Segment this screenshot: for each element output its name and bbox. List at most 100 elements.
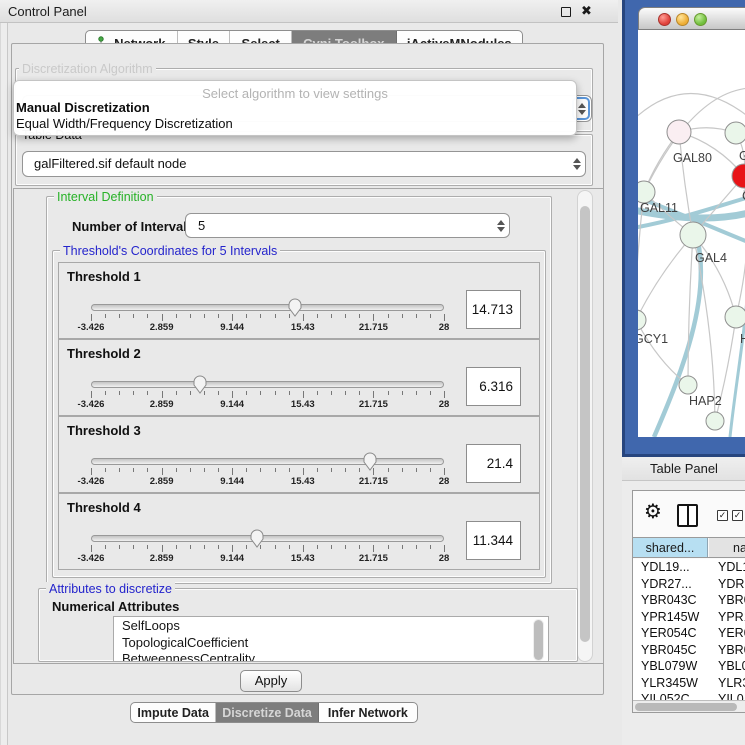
tab-impute-data[interactable]: Impute Data (131, 703, 216, 722)
threshold-2-slider-track[interactable] (91, 381, 444, 388)
table-row[interactable]: YLR345W YLR3 (633, 675, 745, 692)
tick-mark (190, 545, 191, 549)
threshold-1-slider-track[interactable] (91, 304, 444, 311)
node-hap2[interactable] (679, 376, 697, 394)
list-item[interactable]: TopologicalCoefficient (114, 635, 548, 651)
node-partial-top-right[interactable] (725, 122, 745, 144)
node-selected-red[interactable] (732, 164, 745, 188)
tab-discretize-data[interactable]: Discretize Data (216, 703, 318, 722)
network-canvas[interactable]: GAL80 GA C GAL11 GAL4 GCY1 H HAP2 (638, 30, 745, 437)
number-of-intervals-combobox[interactable]: 5 (185, 213, 510, 238)
tick-label: 21.715 (359, 399, 388, 410)
table-row[interactable]: YBL079W YBL0 (633, 658, 745, 675)
cell[interactable]: YIL052C (641, 692, 690, 700)
column-header-name[interactable]: na (709, 538, 745, 557)
cell[interactable]: YER054C (641, 626, 697, 640)
cell[interactable]: YBL0 (718, 659, 745, 673)
node-h-partial[interactable] (725, 306, 745, 328)
cell[interactable]: YDR2 (718, 577, 745, 591)
numerical-attributes-list[interactable]: SelfLoops TopologicalCoefficient Between… (113, 616, 549, 662)
dropdown-option-manual-discretization[interactable]: Manual Discretization (14, 100, 576, 116)
close-icon[interactable]: ✖ (581, 3, 592, 19)
node-gal11[interactable] (638, 181, 655, 203)
threshold-4-value-field[interactable]: 11.344 (466, 521, 521, 560)
cell[interactable]: YDL19... (641, 560, 690, 574)
table-row[interactable]: YIL052C YIL0 (633, 691, 745, 700)
control-panel-title: Control Panel (8, 4, 87, 19)
table-horizontal-scrollbar[interactable] (633, 700, 745, 712)
zoom-traffic-light-icon[interactable] (694, 13, 707, 26)
threshold-4-slider-track[interactable] (91, 535, 444, 542)
threshold-1-slider-thumb[interactable] (287, 297, 303, 318)
discretization-algorithm-group-title: Discretization Algorithm (19, 62, 156, 76)
control-panel-titlebar (0, 0, 618, 23)
node-partial-bottom[interactable] (706, 412, 724, 430)
network-window-titlebar[interactable] (638, 7, 745, 30)
tick-mark (359, 545, 360, 549)
tick-mark (444, 314, 445, 321)
table-row[interactable]: YDR27... YDR2 (633, 576, 745, 593)
node-gcy1[interactable] (638, 310, 646, 330)
cell[interactable]: YBR045C (641, 643, 697, 657)
tick-mark (147, 545, 148, 549)
tick-mark (331, 545, 332, 549)
table-row[interactable]: YBR045C YBR0 (633, 642, 745, 659)
tab-infer-network[interactable]: Infer Network (319, 703, 417, 722)
table-row[interactable]: YPR145W YPR1 (633, 609, 745, 626)
gear-icon[interactable]: ⚙ (644, 499, 662, 524)
table-data-combobox[interactable]: galFiltered.sif default node (22, 151, 586, 177)
threshold-4-label: Threshold 4 (67, 500, 141, 515)
column-layout-icon[interactable] (677, 504, 698, 527)
checkbox-icon[interactable]: ✓ (717, 510, 728, 521)
node-gal4[interactable] (680, 222, 706, 248)
threshold-3-value-field[interactable]: 21.4 (466, 444, 521, 483)
cell[interactable]: YLR345W (641, 676, 698, 690)
cell[interactable]: YDR27... (641, 577, 692, 591)
threshold-4-slider-thumb[interactable] (249, 528, 265, 549)
tick-mark (105, 314, 106, 318)
panel-splitter[interactable] (0, 23, 8, 745)
threshold-1-value-field[interactable]: 14.713 (466, 290, 521, 329)
algorithm-dropdown-popup: Select algorithm to view settings Manual… (13, 80, 577, 136)
tick-mark (218, 391, 219, 395)
cell[interactable]: YBR043C (641, 593, 697, 607)
tick-mark (91, 314, 92, 321)
tick-label: 9.144 (220, 399, 244, 410)
dropdown-option-equal-width-frequency[interactable]: Equal Width/Frequency Discretization (14, 116, 576, 132)
threshold-3-slider-thumb[interactable] (362, 451, 378, 472)
attributes-list-scrollbar[interactable] (533, 619, 544, 661)
scrollbar-thumb[interactable] (580, 206, 590, 642)
table-row[interactable]: YBR043C YBR0 (633, 592, 745, 609)
settings-vertical-scrollbar[interactable] (577, 190, 593, 662)
cell[interactable]: YER0 (718, 626, 745, 640)
cell[interactable]: YIL0 (718, 692, 744, 700)
cell[interactable]: YDL1 (718, 560, 745, 574)
cell[interactable]: YBL079W (641, 659, 697, 673)
list-item[interactable]: SelfLoops (114, 618, 548, 634)
table-panel-body: ⚙ ✓ ✓ shared... na YDL19... YDL1 YDR27...… (622, 481, 745, 745)
minimize-traffic-light-icon[interactable] (676, 13, 689, 26)
cell[interactable]: YPR145W (641, 610, 699, 624)
scrollbar-thumb[interactable] (534, 620, 543, 660)
table-row[interactable]: YER054C YER0 (633, 625, 745, 642)
column-header-shared-name[interactable]: shared... (633, 538, 708, 557)
stepper-arrows-icon (573, 158, 581, 170)
cell[interactable]: YBR0 (718, 593, 745, 607)
tick-mark (317, 545, 318, 549)
node-gal80[interactable] (667, 120, 691, 144)
checkbox-icon[interactable]: ✓ (732, 510, 743, 521)
threshold-3-slider-track[interactable] (91, 458, 444, 465)
float-window-icon[interactable] (561, 7, 571, 17)
tick-mark (190, 468, 191, 472)
cell[interactable]: YLR3 (718, 676, 745, 690)
tick-mark (246, 391, 247, 395)
table-row[interactable]: YDL19... YDL1 (633, 559, 745, 576)
close-traffic-light-icon[interactable] (658, 13, 671, 26)
list-item[interactable]: BetweennessCentrality (114, 651, 548, 662)
threshold-2-value-field[interactable]: 6.316 (466, 367, 521, 406)
apply-button[interactable]: Apply (240, 670, 302, 692)
threshold-2-slider-thumb[interactable] (192, 374, 208, 395)
cell[interactable]: YPR1 (718, 610, 745, 624)
cell[interactable]: YBR0 (718, 643, 745, 657)
scrollbar-thumb[interactable] (635, 703, 737, 711)
